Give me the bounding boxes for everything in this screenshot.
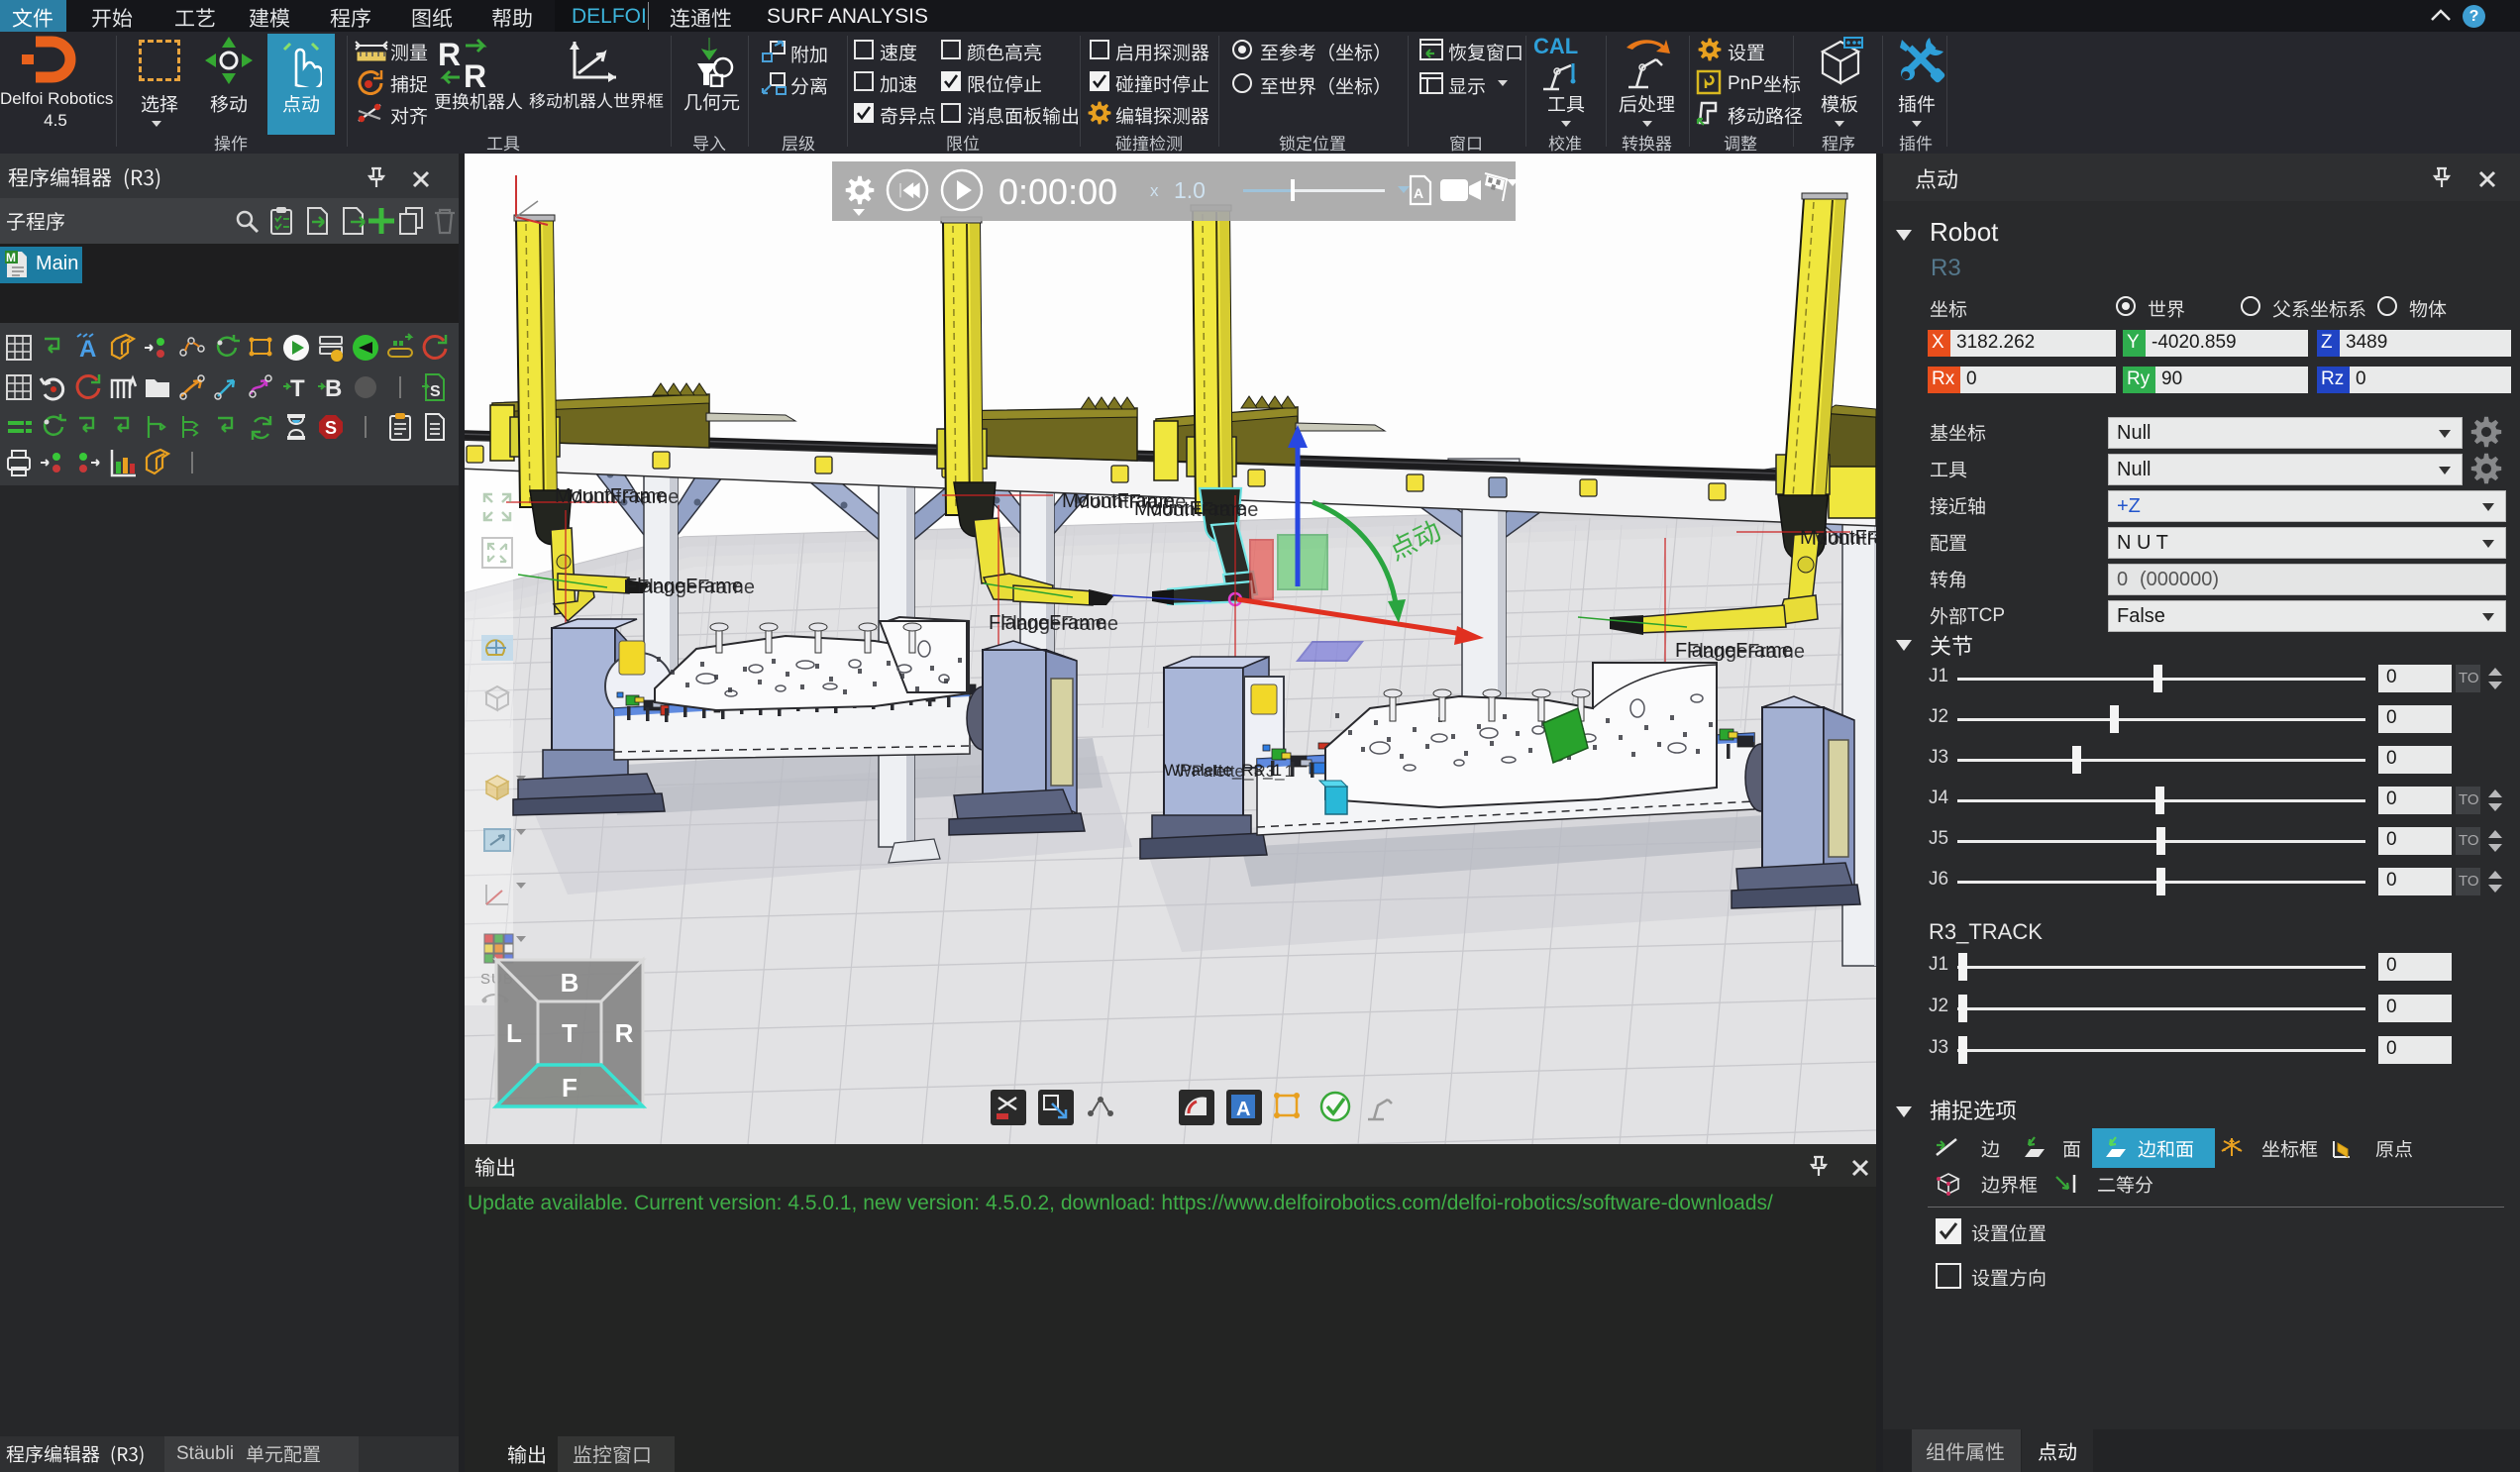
svg-text:A: A [1236,1099,1250,1120]
svg-text:B: B [561,968,579,998]
svg-text:FlangeFrame: FlangeFrame [637,577,755,598]
svg-text:B: B [325,375,342,402]
svg-text:MountFrame: MountFrame [567,486,679,508]
svg-text:R: R [438,38,461,72]
svg-text:R: R [615,1018,634,1048]
svg-text:T: T [290,375,305,402]
svg-text:M: M [6,251,16,264]
svg-text:A: A [79,336,96,363]
svg-text:WPalette_R3_1: WPalette_R3_1 [1176,762,1294,781]
svg-text:FlangeFrame: FlangeFrame [1687,641,1805,663]
svg-text:MountFrame: MountFrame [1812,528,1876,550]
svg-text:MountFrame: MountFrame [1146,499,1258,521]
svg-text:S: S [430,383,441,400]
svg-text:A: A [1414,185,1423,201]
svg-text:L: L [506,1018,522,1048]
svg-text:FlangeFrame: FlangeFrame [1000,613,1118,635]
svg-text:F: F [562,1073,578,1103]
svg-text:S: S [325,418,337,438]
svg-text:T: T [562,1018,578,1048]
svg-text:R: R [464,58,486,89]
